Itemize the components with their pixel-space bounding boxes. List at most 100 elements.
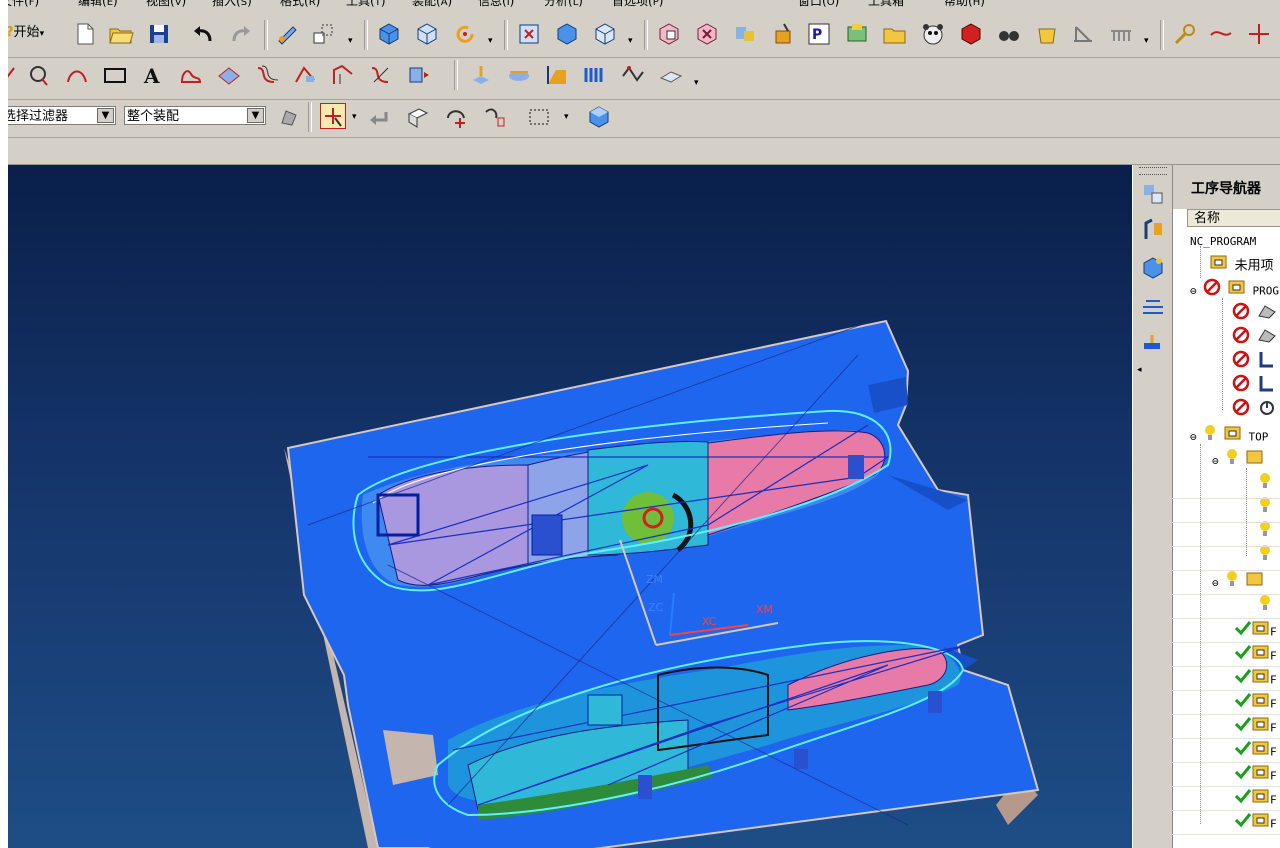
assembly-navigator-icon[interactable] — [1140, 181, 1166, 207]
mesh-surface-icon[interactable] — [620, 62, 646, 88]
redo-icon[interactable] — [228, 21, 254, 47]
dropdown-arrow-icon[interactable]: ▾ — [348, 36, 353, 46]
return-icon[interactable] — [366, 104, 392, 130]
rake-icon[interactable] — [1108, 21, 1134, 47]
extrude-icon[interactable] — [468, 62, 494, 88]
red-cube-icon[interactable] — [958, 21, 984, 47]
part-navigator-icon[interactable] — [1140, 255, 1166, 281]
tree-leaf[interactable] — [1258, 594, 1272, 618]
create-method-icon[interactable] — [770, 21, 796, 47]
open-folder-icon[interactable] — [108, 21, 134, 47]
tree-op-item[interactable]: Z — [1232, 374, 1280, 398]
through-curves-icon[interactable] — [582, 62, 608, 88]
tree-done-item[interactable]: F — [1234, 764, 1277, 788]
tree-done-item[interactable]: F — [1234, 740, 1277, 764]
tree-leaf[interactable] — [1258, 544, 1272, 568]
grip-handle[interactable] — [1139, 167, 1167, 175]
snap-view-icon[interactable] — [310, 21, 336, 47]
fit-view-icon[interactable] — [516, 21, 542, 47]
tree-done-item[interactable]: F — [1234, 692, 1277, 716]
postprocess-icon[interactable]: P — [806, 21, 832, 47]
tree-item-program[interactable]: ⊖ PROG — [1190, 278, 1279, 302]
menu-window[interactable]: 窗口(O) — [798, 0, 839, 9]
dropdown-arrow-icon[interactable]: ▾ — [352, 112, 357, 122]
menu-info[interactable]: 信息(I) — [478, 0, 514, 9]
menu-format[interactable]: 格式(R) — [280, 0, 320, 9]
offset-curve-icon[interactable] — [254, 62, 280, 88]
save-icon[interactable] — [146, 21, 172, 47]
binoculars-icon[interactable] — [996, 21, 1022, 47]
chevron-down-icon[interactable]: ▼ — [247, 108, 264, 123]
rotate-icon[interactable] — [452, 21, 478, 47]
tree-leaf[interactable] — [1258, 472, 1272, 496]
rectangle-icon[interactable] — [102, 62, 128, 88]
rectangle-select-icon[interactable] — [526, 104, 552, 130]
arc-icon[interactable] — [64, 62, 90, 88]
animal-icon[interactable] — [920, 21, 946, 47]
shaded-cube-icon[interactable] — [554, 21, 580, 47]
dropdown-arrow-icon[interactable]: ▾ — [1144, 36, 1149, 46]
chevron-down-icon[interactable]: ▼ — [97, 108, 114, 123]
collapse-arrow-icon[interactable]: ◂ — [1137, 365, 1142, 375]
curve-tool-icon[interactable] — [1208, 21, 1234, 47]
tree-done-item[interactable]: F — [1234, 812, 1277, 836]
dropdown-arrow-icon[interactable]: ▾ — [628, 36, 633, 46]
tree-op-item[interactable]: C — [1232, 350, 1280, 374]
tree-done-item[interactable]: F — [1234, 620, 1277, 644]
collapse-toggle-icon[interactable]: ⊖ — [1212, 455, 1219, 468]
bucket-icon[interactable] — [1034, 21, 1060, 47]
operation-navigator-icon[interactable] — [1140, 217, 1166, 243]
tree-subgroup[interactable]: ⊖ — [1212, 570, 1264, 594]
menu-toolbox[interactable]: 工具箱 — [868, 0, 904, 9]
tree-item-unused[interactable]: 未用项 — [1210, 254, 1274, 278]
spline-icon[interactable] — [178, 62, 204, 88]
extract-curve-icon[interactable] — [406, 62, 432, 88]
tree-done-item[interactable]: F — [1234, 788, 1277, 812]
menu-analysis[interactable]: 分析(L) — [544, 0, 583, 9]
tree-op-item[interactable]: F — [1232, 326, 1280, 350]
shaded-view-icon[interactable] — [376, 21, 402, 47]
tree-done-item[interactable]: F — [1234, 716, 1277, 740]
menu-tools[interactable]: 工具(T) — [346, 0, 386, 9]
edge-select-icon[interactable] — [482, 104, 508, 130]
tool-navigator-icon[interactable] — [1140, 331, 1166, 357]
menu-preferences[interactable]: 首选项(P) — [612, 0, 663, 9]
collapse-toggle-icon[interactable]: ⊖ — [1190, 431, 1197, 444]
view-cube-icon[interactable] — [586, 104, 612, 130]
dropdown-arrow-icon[interactable]: ▾ — [694, 78, 699, 88]
tree-op-item[interactable]: F — [1232, 302, 1280, 326]
arc-point-icon[interactable] — [444, 104, 470, 130]
sweep-icon[interactable] — [544, 62, 570, 88]
filter-combo[interactable]: 选择过滤器 ▼ — [0, 106, 116, 125]
face-icon[interactable] — [658, 62, 684, 88]
tree-leaf[interactable] — [1258, 496, 1272, 520]
new-file-icon[interactable] — [72, 21, 98, 47]
wire-cube-icon[interactable] — [592, 21, 618, 47]
dropdown-arrow-icon[interactable]: ▾ — [488, 36, 493, 46]
revolve-icon[interactable] — [506, 62, 532, 88]
menu-insert[interactable]: 插入(S) — [212, 0, 252, 9]
key-icon[interactable] — [1172, 21, 1198, 47]
wireframe-view-icon[interactable] — [414, 21, 440, 47]
box-select-icon[interactable] — [404, 104, 430, 130]
create-geometry-icon[interactable] — [732, 21, 758, 47]
project-curve-icon[interactable] — [330, 62, 356, 88]
scope-combo[interactable]: 整个装配 ▼ — [124, 106, 266, 125]
collapse-toggle-icon[interactable]: ⊖ — [1190, 285, 1197, 298]
column-header-name[interactable]: 名称 — [1187, 209, 1280, 227]
menu-view[interactable]: 视图(V) — [146, 0, 186, 9]
menu-edit[interactable]: 编辑(E) — [78, 0, 118, 9]
tree-op-item[interactable]: F — [1232, 398, 1280, 422]
feature-icon[interactable] — [274, 21, 300, 47]
circle-icon[interactable] — [26, 62, 52, 88]
select-assembly-icon[interactable] — [276, 103, 302, 129]
undo-icon[interactable] — [190, 21, 216, 47]
menu-assembly[interactable]: 装配(A) — [412, 0, 452, 9]
create-program-icon[interactable] — [656, 21, 682, 47]
text-icon[interactable]: A — [140, 62, 166, 88]
intersect-curve-icon[interactable] — [368, 62, 394, 88]
tree-leaf[interactable] — [1258, 520, 1272, 544]
start-button[interactable]: ?开始▾ — [6, 22, 44, 44]
collapse-toggle-icon[interactable]: ⊖ — [1212, 577, 1219, 590]
tree-item-top[interactable]: ⊖ TOP — [1190, 424, 1268, 448]
